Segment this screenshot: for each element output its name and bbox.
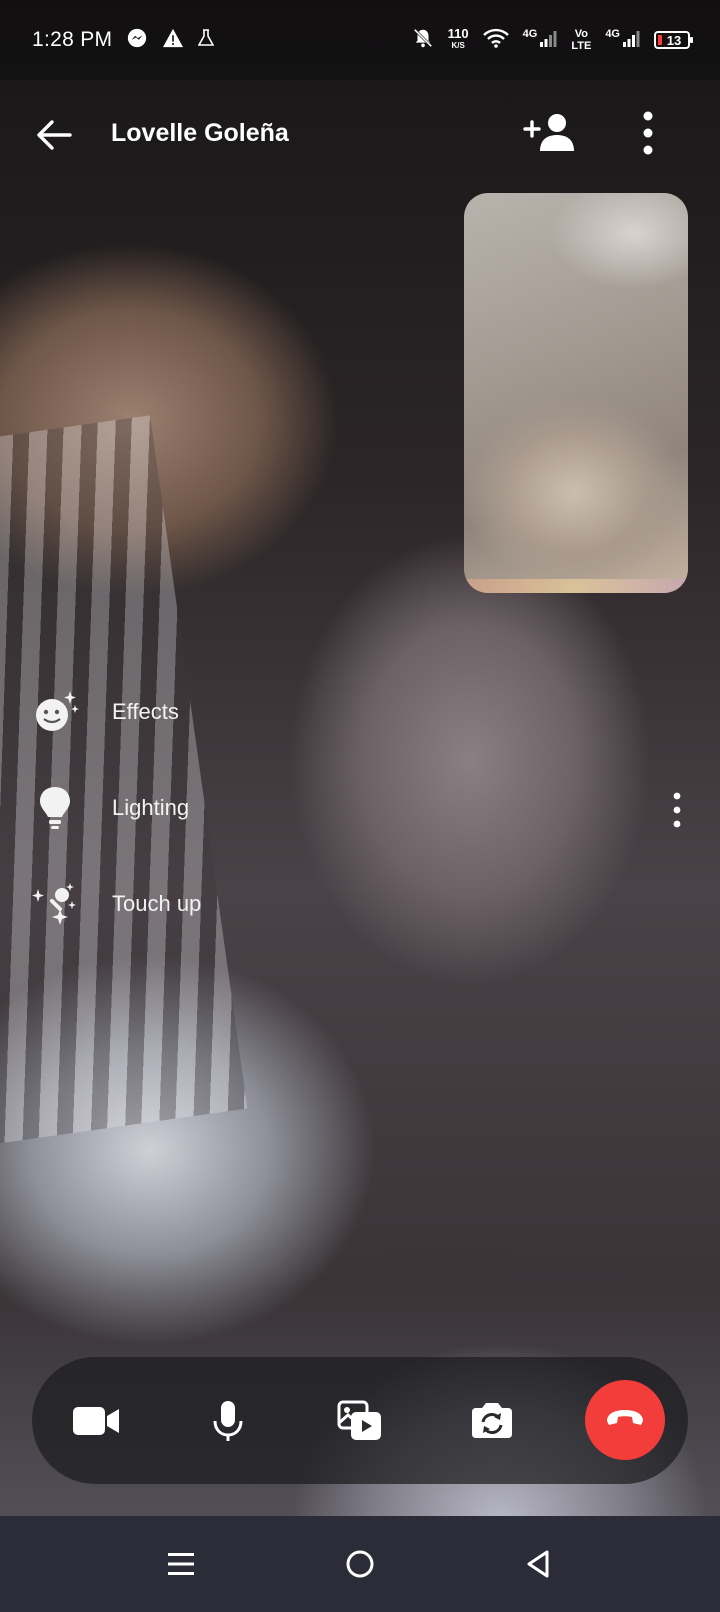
signal-icon: [622, 29, 640, 52]
add-person-icon[interactable]: [523, 111, 577, 155]
signal-icon: [539, 29, 557, 52]
end-call-icon: [604, 1408, 646, 1433]
volte-bottom: LTE: [571, 40, 592, 52]
effects-more-icon[interactable]: [664, 790, 690, 830]
touch-up-button[interactable]: Touch up: [30, 874, 330, 934]
flip-camera-icon[interactable]: [459, 1388, 525, 1454]
call-controls-bar: [32, 1357, 688, 1484]
smiley-sparkle-icon: [30, 687, 80, 737]
home-circle-icon[interactable]: [336, 1540, 384, 1588]
lab-flask-icon: [197, 28, 215, 52]
self-view-preview[interactable]: [464, 193, 688, 593]
magic-wand-sparkle-icon: [30, 879, 80, 929]
touch-up-label: Touch up: [112, 891, 202, 916]
wifi-icon: [482, 28, 509, 53]
network-speed-value: 110: [447, 26, 469, 41]
status-bar: 1:28 PM 110 K/S 4G Vo LTE 4G 13: [0, 0, 720, 80]
more-vertical-icon[interactable]: [630, 109, 666, 157]
messenger-icon: [126, 27, 148, 54]
effects-label: Effects: [112, 699, 179, 724]
caller-name: Lovelle Goleña: [111, 119, 289, 147]
share-media-icon[interactable]: [327, 1388, 393, 1454]
lighting-button[interactable]: Lighting: [30, 778, 330, 838]
volte-top: Vo: [574, 28, 588, 40]
network-type-2: 4G: [605, 27, 620, 40]
bell-off-icon: [412, 27, 434, 54]
back-arrow-icon[interactable]: [34, 115, 74, 155]
battery-icon: 13: [654, 31, 693, 49]
network-speed-unit: K/S: [451, 41, 465, 50]
microphone-icon[interactable]: [195, 1388, 261, 1454]
back-triangle-icon[interactable]: [514, 1540, 562, 1588]
recents-menu-icon[interactable]: [157, 1540, 205, 1588]
call-header: Lovelle Goleña: [0, 95, 720, 175]
system-navigation-bar: [0, 1516, 720, 1612]
lightbulb-icon: [30, 783, 80, 833]
lighting-label: Lighting: [112, 795, 190, 820]
video-camera-icon[interactable]: [63, 1388, 129, 1454]
warning-icon: [162, 28, 184, 53]
end-call-button[interactable]: [585, 1380, 665, 1460]
battery-level: 13: [666, 32, 682, 48]
effects-button[interactable]: Effects: [30, 682, 330, 742]
network-speed: 110 K/S: [447, 26, 469, 52]
volte-indicator: Vo LTE: [571, 28, 591, 52]
status-time: 1:28 PM: [32, 28, 113, 51]
network-type-1: 4G: [522, 27, 538, 40]
